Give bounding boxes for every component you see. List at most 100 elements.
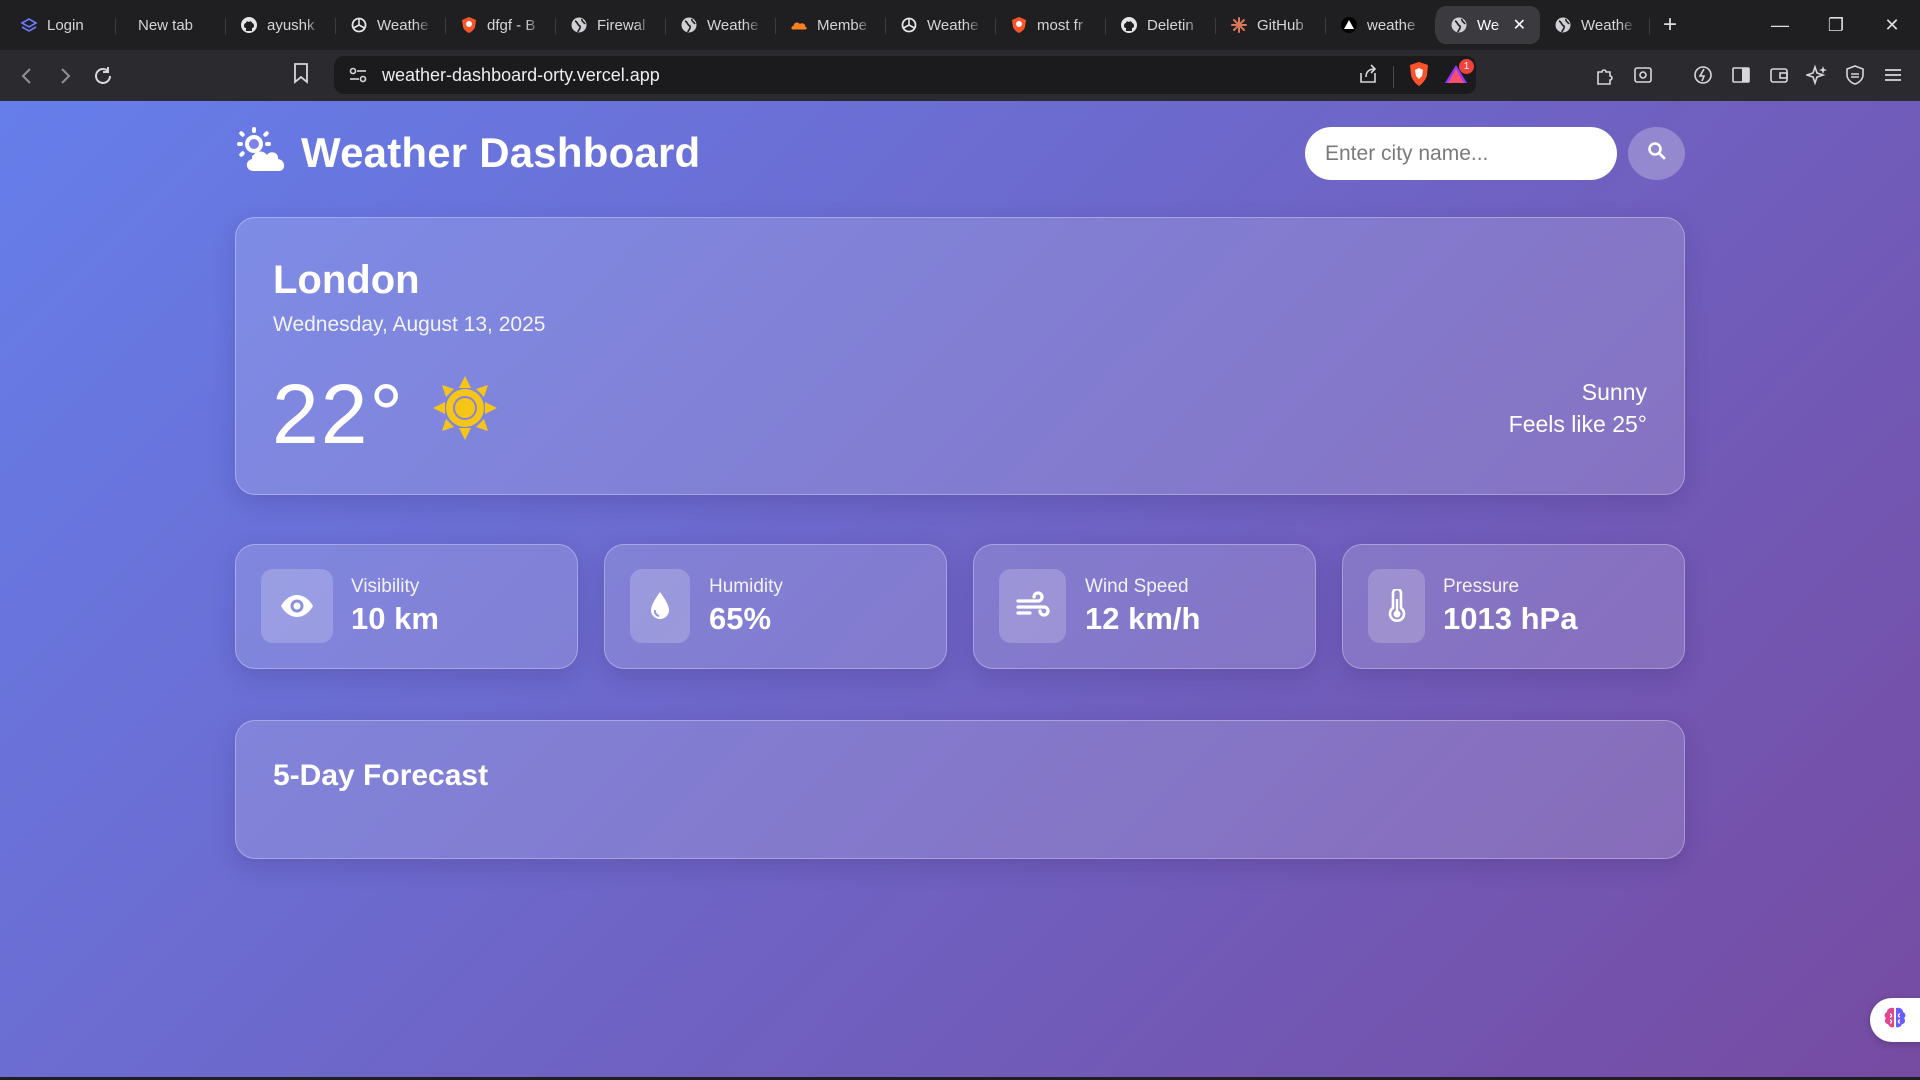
new-tab-button[interactable]: + (1650, 6, 1690, 44)
tab-7[interactable]: Membe (776, 6, 886, 44)
condition-text: Sunny (1581, 379, 1647, 405)
back-icon[interactable] (8, 57, 46, 95)
restore-icon[interactable]: ❐ (1808, 0, 1864, 50)
stat-label: Visibility (351, 576, 420, 597)
leo-ai-icon[interactable] (1802, 60, 1832, 90)
globe-icon (570, 16, 588, 34)
github-icon (1120, 16, 1138, 34)
close-tab-icon[interactable]: ✕ (1513, 15, 1526, 35)
tab-title: Weathe (927, 16, 979, 34)
minimize-icon[interactable]: — (1752, 0, 1808, 50)
search-icon (1647, 141, 1667, 166)
github-icon (240, 16, 258, 34)
tab-title: Deletin (1147, 16, 1194, 34)
globe-icon (1450, 16, 1468, 34)
eye-icon (261, 569, 333, 643)
tab-title: We (1477, 16, 1500, 34)
divider (1393, 65, 1394, 88)
tab-1[interactable]: New tab (116, 6, 226, 44)
tab-list: Login New tab ayushk Weathe dfgf - B Firewal W… (0, 0, 1650, 50)
tab-title: Login (47, 16, 84, 34)
tab-9[interactable]: most fr (996, 6, 1106, 44)
thermometer-icon (1368, 569, 1425, 643)
cloud-sun-icon (235, 127, 287, 178)
vpn-icon[interactable] (1840, 60, 1870, 90)
layers-icon (20, 16, 38, 34)
tab-5[interactable]: Firewal (556, 6, 666, 44)
tab-3[interactable]: Weathe (336, 6, 446, 44)
brave-shields-icon[interactable] (1408, 61, 1430, 92)
tab-title: Weathe (377, 16, 429, 34)
vercel-icon (1340, 16, 1358, 34)
close-window-icon[interactable]: ✕ (1864, 0, 1920, 50)
forward-icon[interactable] (46, 57, 84, 95)
tab-8[interactable]: Weathe (886, 6, 996, 44)
tab-6[interactable]: Weathe (666, 6, 776, 44)
rewards-badge: 1 (1459, 59, 1474, 74)
tab-title: New tab (138, 16, 194, 34)
address-bar[interactable]: weather-dashboard-orty.vercel.app 1 (334, 56, 1476, 94)
brave-shield-icon (460, 16, 478, 34)
tab-title: GitHub (1257, 16, 1304, 34)
tab-title: Membe (817, 16, 868, 34)
brave-shield-icon (1010, 16, 1028, 34)
tab-13[interactable]: We ✕ (1436, 6, 1540, 44)
tab-2[interactable]: ayushk (226, 6, 336, 44)
tab-title: Weathe (707, 16, 759, 34)
app-header: Weather Dashboard (235, 123, 1685, 180)
stat-label: Wind Speed (1085, 576, 1189, 597)
sidebar-icon[interactable] (1726, 60, 1756, 90)
url-text[interactable]: weather-dashboard-orty.vercel.app (382, 65, 660, 86)
tab-14[interactable]: Weathe (1540, 6, 1650, 44)
bookmark-icon[interactable] (292, 62, 310, 89)
claude-icon (1230, 16, 1248, 34)
tab-12[interactable]: weathe (1326, 6, 1436, 44)
stat-card-visibility: Visibility 10 km (235, 544, 578, 669)
menu-icon[interactable] (1878, 60, 1908, 90)
stat-value: 12 km/h (1085, 601, 1201, 636)
tab-4[interactable]: dfgf - B (446, 6, 556, 44)
tab-title: Firewal (597, 16, 646, 34)
stat-value: 1013 hPa (1443, 601, 1578, 636)
droplet-icon (630, 569, 690, 643)
wallet-icon[interactable] (1764, 60, 1794, 90)
stat-card-wind-speed: Wind Speed 12 km/h (973, 544, 1316, 669)
feels-like-text: Feels like 25° (1508, 411, 1647, 437)
tab-title: most fr (1037, 16, 1083, 34)
openai-icon (350, 16, 368, 34)
city-name: London (273, 258, 420, 302)
browser-toolbar: weather-dashboard-orty.vercel.app 1 (0, 50, 1920, 101)
current-date: Wednesday, August 13, 2025 (273, 313, 546, 336)
tab-title: weathe (1367, 16, 1416, 34)
cloudflare-icon (790, 16, 808, 34)
openai-icon (900, 16, 918, 34)
stat-value: 65% (709, 601, 772, 636)
sun-icon (432, 375, 498, 446)
page-title: Weather Dashboard (301, 128, 701, 176)
reload-icon[interactable] (84, 57, 122, 95)
search-button[interactable] (1628, 127, 1685, 180)
browser-tab-strip: Login New tab ayushk Weathe dfgf - B Firewal W… (0, 0, 1920, 50)
tab-11[interactable]: GitHub (1216, 6, 1326, 44)
stat-label: Pressure (1443, 576, 1520, 597)
current-temperature: 22° (272, 367, 406, 461)
brave-rewards-icon[interactable]: 1 (1444, 59, 1474, 90)
share-icon[interactable] (1357, 63, 1379, 90)
wind-icon (999, 569, 1066, 643)
window-controls: — ❐ ✕ (1752, 0, 1920, 50)
site-settings-icon[interactable] (348, 65, 368, 90)
tab-0[interactable]: Login (6, 6, 116, 44)
stat-card-pressure: Pressure 1013 hPa (1342, 544, 1685, 669)
page-viewport: Weather Dashboard London Wednesday, Augu… (0, 101, 1920, 1077)
tab-10[interactable]: Deletin (1106, 6, 1216, 44)
tab-title: dfgf - B (487, 16, 536, 34)
city-search-input[interactable] (1305, 127, 1617, 180)
globe-icon (680, 16, 698, 34)
floating-assistant-button[interactable] (1870, 998, 1920, 1042)
reader-mode-icon[interactable] (1628, 60, 1658, 90)
extensions-icon[interactable] (1590, 60, 1620, 90)
speedreader-icon[interactable] (1688, 60, 1718, 90)
condition-block: Sunny Feels like 25° (1509, 376, 1647, 440)
stat-value: 10 km (351, 601, 439, 636)
